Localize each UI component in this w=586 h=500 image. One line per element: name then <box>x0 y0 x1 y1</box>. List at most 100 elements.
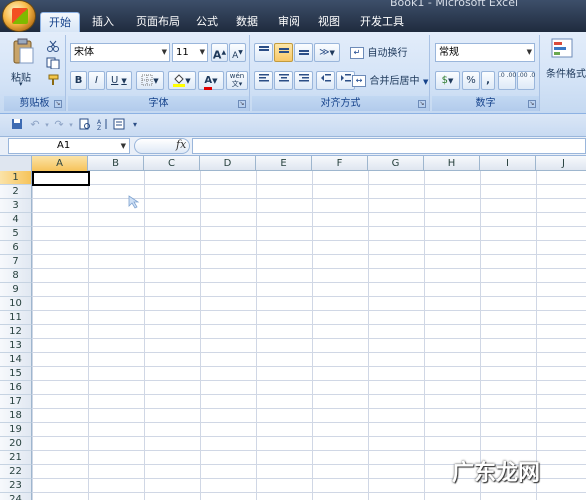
active-cell[interactable] <box>32 171 90 186</box>
row-header-14[interactable]: 14 <box>0 353 32 367</box>
align-bottom-button[interactable] <box>294 43 313 62</box>
tab-6[interactable]: 视图 <box>310 12 348 32</box>
row-header-21[interactable]: 21 <box>0 451 32 465</box>
row-header-23[interactable]: 23 <box>0 479 32 493</box>
insert-function-icon[interactable]: fx <box>176 138 186 151</box>
cut-icon[interactable] <box>46 40 60 52</box>
bold-button[interactable]: B <box>70 71 87 90</box>
row-header-20[interactable]: 20 <box>0 437 32 451</box>
comma-button[interactable]: , <box>481 71 495 90</box>
decrease-decimal-button[interactable]: .00 .0 <box>517 71 535 90</box>
align-top-button[interactable] <box>254 43 273 62</box>
tab-0[interactable]: 开始 <box>40 12 80 32</box>
wrap-text-icon: ↵ <box>350 47 364 59</box>
column-header-G[interactable]: G <box>368 156 424 171</box>
cell-area[interactable] <box>32 171 586 500</box>
align-center-button[interactable] <box>274 71 293 90</box>
quick-access-toolbar: ↶ ▾ ↷ ▾ AZ ▾ <box>0 114 586 137</box>
row-header-12[interactable]: 12 <box>0 325 32 339</box>
row-header-18[interactable]: 18 <box>0 409 32 423</box>
worksheet-grid: ABCDEFGHIJ 1 2 3 4 5 6 7 8 9 10 11 12 13 14 15 16 17 18 19… <box>0 156 586 500</box>
office-button[interactable] <box>2 0 36 32</box>
column-header-F[interactable]: F <box>312 156 368 171</box>
formula-input[interactable] <box>192 138 586 154</box>
row-header-22[interactable]: 22 <box>0 465 32 479</box>
row-header-2[interactable]: 2 <box>0 185 32 199</box>
row-header-19[interactable]: 19 <box>0 423 32 437</box>
tab-2[interactable]: 页面布局 <box>128 12 188 32</box>
row-header-11[interactable]: 11 <box>0 311 32 325</box>
column-header-E[interactable]: E <box>256 156 312 171</box>
tab-5[interactable]: 审阅 <box>270 12 308 32</box>
tab-3[interactable]: 公式 <box>188 12 226 32</box>
row-header-8[interactable]: 8 <box>0 269 32 283</box>
sort-icon[interactable]: AZ <box>96 118 110 132</box>
row-header-15[interactable]: 15 <box>0 367 32 381</box>
row-header-9[interactable]: 9 <box>0 283 32 297</box>
column-header-A[interactable]: A <box>32 156 88 171</box>
row-header-7[interactable]: 7 <box>0 255 32 269</box>
row-header-13[interactable]: 13 <box>0 339 32 353</box>
row-header-17[interactable]: 17 <box>0 395 32 409</box>
print-preview-icon[interactable] <box>78 118 92 132</box>
clipboard-group-label: 剪贴板 ↘ <box>4 96 65 111</box>
increase-decimal-button[interactable]: .0 .00 <box>498 71 516 90</box>
shrink-font-button[interactable]: A▼ <box>229 43 246 62</box>
italic-button[interactable]: I <box>88 71 105 90</box>
clipboard-launcher-icon[interactable]: ↘ <box>54 100 62 108</box>
name-box[interactable]: A1 ▼ <box>8 138 130 154</box>
styles-group: 条件格式 <box>542 35 586 111</box>
row-header-6[interactable]: 6 <box>0 241 32 255</box>
paste-dropdown-icon: ▾ <box>19 80 23 88</box>
column-header-I[interactable]: I <box>480 156 536 171</box>
paste-button[interactable]: 粘贴 ▾ <box>10 37 36 91</box>
currency-button[interactable]: $▼ <box>435 71 460 90</box>
phonetic-button[interactable]: wén 文▾ <box>226 71 248 90</box>
percent-button[interactable]: % <box>462 71 480 90</box>
row-header-16[interactable]: 16 <box>0 381 32 395</box>
fill-color-button[interactable]: ▼ <box>168 71 196 90</box>
format-painter-icon[interactable] <box>46 74 60 86</box>
font-group-label: 字体 ↘ <box>68 96 249 111</box>
underline-button[interactable]: U ▼ <box>106 71 132 90</box>
row-header-4[interactable]: 4 <box>0 213 32 227</box>
select-all-button[interactable] <box>0 156 32 171</box>
orientation-button[interactable]: ≫▼ <box>314 43 340 62</box>
merge-icon: ↔ <box>352 75 366 87</box>
align-right-button[interactable] <box>294 71 313 90</box>
grow-font-button[interactable]: A▲ <box>211 43 228 62</box>
row-header-5[interactable]: 5 <box>0 227 32 241</box>
font-launcher-icon[interactable]: ↘ <box>238 100 246 108</box>
row-header-24[interactable]: 24 <box>0 493 32 500</box>
conditional-formatting-button[interactable]: 条件格式 <box>546 37 586 80</box>
customize-qat-icon[interactable]: ▾ <box>128 118 142 132</box>
number-format-combo[interactable]: 常规 ▼ <box>435 43 535 62</box>
font-name-combo[interactable]: 宋体 ▼ <box>70 43 170 62</box>
font-color-button[interactable]: A▼ <box>198 71 224 90</box>
row-header-3[interactable]: 3 <box>0 199 32 213</box>
column-header-D[interactable]: D <box>200 156 256 171</box>
font-size-combo[interactable]: 11 ▼ <box>172 43 208 62</box>
align-middle-button[interactable] <box>274 43 293 62</box>
form-icon[interactable] <box>112 118 126 132</box>
alignment-launcher-icon[interactable]: ↘ <box>418 100 426 108</box>
redo-dropdown-icon[interactable]: ▾ <box>64 118 78 132</box>
copy-icon[interactable] <box>46 57 60 69</box>
tab-1[interactable]: 插入 <box>84 12 122 32</box>
column-header-J[interactable]: J <box>536 156 586 171</box>
column-header-H[interactable]: H <box>424 156 480 171</box>
column-header-B[interactable]: B <box>88 156 144 171</box>
tab-4[interactable]: 数据 <box>228 12 266 32</box>
align-left-button[interactable] <box>254 71 273 90</box>
wrap-text-button[interactable]: ↵ 自动换行 <box>350 43 408 62</box>
row-header-10[interactable]: 10 <box>0 297 32 311</box>
borders-button[interactable]: ▼ <box>136 71 164 90</box>
decrease-indent-button[interactable] <box>316 71 335 90</box>
merge-center-button[interactable]: ↔ 合并后居中 ▼ <box>352 71 428 90</box>
align-left-icon <box>258 74 269 82</box>
column-header-C[interactable]: C <box>144 156 200 171</box>
row-header-1[interactable]: 1 <box>0 171 32 185</box>
save-icon[interactable] <box>10 118 24 132</box>
tab-7[interactable]: 开发工具 <box>352 12 412 32</box>
number-launcher-icon[interactable]: ↘ <box>528 100 536 108</box>
